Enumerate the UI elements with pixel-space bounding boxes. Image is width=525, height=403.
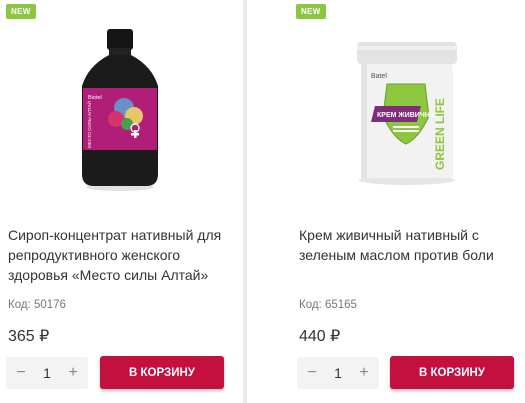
add-to-cart-button[interactable]: В КОРЗИНУ xyxy=(100,356,224,389)
syrup-bottle-icon: Biotel МЕСТО СИЛЫ АЛТАЙ xyxy=(82,29,158,191)
jar-brand-text: Batel xyxy=(371,73,387,80)
bottle-side-text: МЕСТО СИЛЫ АЛТАЙ xyxy=(85,101,92,148)
product-card: NEW Batel КРЕМ ЖИВИЧНЫЙ GREEN LIFE Крем … xyxy=(247,0,525,403)
jar-side-text: GREEN LIFE xyxy=(433,98,447,170)
increase-button[interactable]: + xyxy=(357,364,371,382)
add-to-cart-button[interactable]: В КОРЗИНУ xyxy=(390,356,514,389)
decrease-button[interactable]: − xyxy=(305,364,319,382)
quantity-value[interactable]: 1 xyxy=(43,365,51,381)
product-image[interactable]: Batel КРЕМ ЖИВИЧНЫЙ GREEN LIFE xyxy=(317,20,497,198)
product-image[interactable]: Biotel МЕСТО СИЛЫ АЛТАЙ xyxy=(30,20,210,198)
quantity-value[interactable]: 1 xyxy=(334,365,342,381)
quantity-stepper: − 1 + xyxy=(6,357,88,389)
product-name[interactable]: Крем живичный нативный с зеленым маслом … xyxy=(299,225,514,265)
increase-button[interactable]: + xyxy=(66,364,80,382)
product-price: 440 ₽ xyxy=(299,328,341,345)
product-price: 365 ₽ xyxy=(8,328,50,345)
product-code: Код: 50176 xyxy=(8,299,66,311)
product-card: NEW Biotel МЕСТО СИЛЫ АЛТАЙ Сироп-концен… xyxy=(0,0,243,403)
cream-jar-icon: Batel КРЕМ ЖИВИЧНЫЙ GREEN LIFE xyxy=(357,42,457,185)
jar-title-text: КРЕМ ЖИВИЧНЫЙ xyxy=(377,110,442,119)
product-code: Код: 65165 xyxy=(299,299,357,311)
quantity-stepper: − 1 + xyxy=(297,357,379,389)
new-badge: NEW xyxy=(296,4,326,19)
bottle-brand-text: Biotel xyxy=(88,95,102,101)
product-name[interactable]: Сироп-концентрат нативный для репродукти… xyxy=(8,225,236,285)
decrease-button[interactable]: − xyxy=(14,364,28,382)
new-badge: NEW xyxy=(6,4,36,19)
